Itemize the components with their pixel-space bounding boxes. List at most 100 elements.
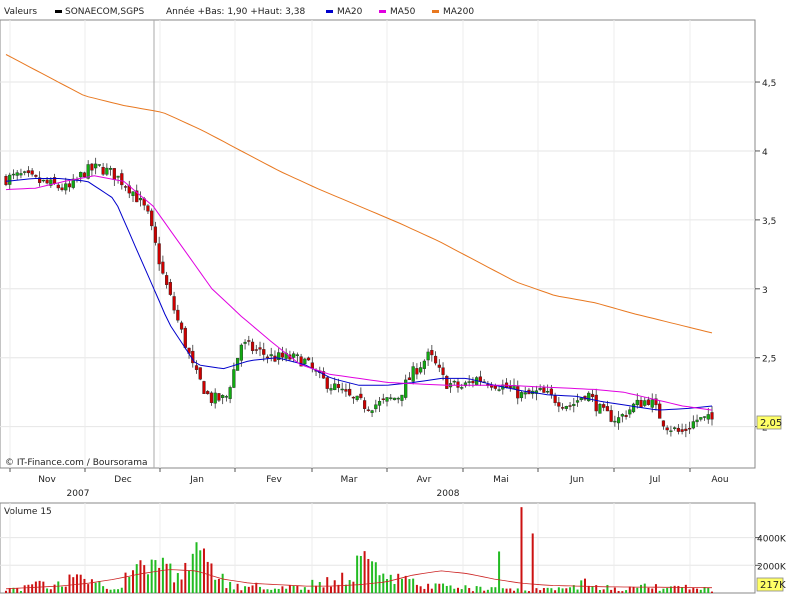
candle-body	[232, 369, 236, 388]
candle-body	[658, 403, 662, 419]
volume-bar	[53, 584, 56, 593]
volume-bar	[666, 587, 669, 593]
volume-bar	[673, 585, 676, 593]
candle-body	[336, 384, 341, 388]
candle-body	[381, 398, 385, 400]
volume-bar	[613, 587, 616, 593]
month-label: Aou	[711, 475, 728, 485]
volume-bar	[315, 585, 318, 593]
volume-bar	[662, 588, 665, 593]
month-axis: Nov Dec Jan Fev Mar Avr Mai Jun Jul Aou 2007 2008	[9, 468, 729, 499]
candle-body	[217, 393, 221, 401]
candle-body	[56, 184, 60, 189]
volume-bar	[542, 588, 545, 593]
volume-bar	[206, 561, 209, 593]
volume-bar	[397, 573, 400, 593]
candle-body	[101, 167, 105, 175]
candle-body	[64, 183, 68, 191]
price-tick-label: 4,5	[762, 79, 776, 89]
volume-bar	[31, 584, 34, 593]
volume-bar	[128, 576, 131, 593]
volume-bar	[292, 585, 295, 593]
volume-bar	[255, 582, 258, 593]
candle-body	[553, 395, 557, 404]
volume-bar	[654, 584, 657, 593]
candle-body	[30, 170, 34, 175]
volume-bar	[632, 586, 635, 593]
volume-bar	[109, 589, 112, 593]
candle-body	[112, 168, 116, 180]
volume-bar	[490, 587, 493, 593]
volume-bar	[692, 587, 695, 593]
candle-body	[631, 403, 636, 413]
volume-bar	[617, 590, 620, 593]
volume-bar	[244, 586, 247, 593]
candle-body	[34, 175, 38, 177]
volume-bar	[554, 590, 557, 593]
month-label: Mar	[341, 475, 358, 485]
volume-bar	[505, 588, 508, 593]
volume-bar	[501, 588, 504, 593]
legend-ma20-swatch	[326, 10, 333, 13]
candle-body	[680, 429, 684, 432]
volume-bar	[176, 573, 179, 593]
volume-tick-label: 2000K	[757, 562, 787, 572]
volume-bar	[348, 580, 351, 593]
ticker-marker-icon	[55, 10, 62, 13]
volume-bar	[684, 584, 687, 593]
candle-body	[258, 347, 262, 350]
volume-bar	[438, 583, 441, 593]
candle-body	[243, 341, 247, 344]
volume-bar	[550, 588, 553, 593]
candle-body	[419, 367, 423, 373]
candle-body	[673, 427, 677, 429]
candle-body	[587, 392, 591, 402]
volume-bar	[180, 579, 183, 593]
volume-bar	[68, 574, 71, 593]
candle-body	[478, 376, 483, 382]
candle-body	[579, 397, 583, 401]
volume-bar	[120, 587, 123, 593]
volume-bar	[333, 580, 336, 593]
candle-body	[172, 296, 176, 311]
price-tick-label: 3	[762, 286, 768, 296]
volume-bar	[598, 590, 601, 593]
candle-body	[202, 381, 206, 394]
volume-bar	[165, 563, 168, 593]
volume-bar	[539, 590, 542, 593]
volume-bar	[188, 570, 191, 593]
volume-bar	[471, 591, 474, 593]
candle-body	[295, 354, 299, 357]
candle-body	[460, 387, 464, 389]
copyright: © IT-Finance.com / Boursorama	[5, 458, 147, 468]
volume-bar	[240, 590, 243, 593]
candle-body	[433, 355, 438, 364]
volume-bar	[427, 583, 430, 593]
volume-bar	[367, 558, 370, 593]
candle-body	[206, 391, 210, 395]
volume-bar	[527, 591, 530, 593]
volume-bar	[229, 581, 232, 593]
candle-body	[385, 397, 389, 402]
volume-bar	[494, 587, 497, 593]
volume-bar	[434, 583, 437, 593]
candle-body	[11, 173, 16, 176]
volume-bar	[371, 561, 374, 593]
candle-body	[45, 179, 49, 184]
volume-bar	[19, 590, 22, 593]
volume-bar	[561, 588, 564, 593]
candle-body	[355, 395, 359, 400]
volume-bar	[412, 578, 415, 593]
candle-body	[396, 397, 400, 400]
volume-bar	[262, 589, 265, 593]
candle-body	[523, 392, 527, 395]
volume-bar	[681, 587, 684, 593]
candle-body	[400, 394, 404, 401]
candle-body	[676, 427, 680, 432]
candle-body	[542, 387, 546, 393]
candle-body	[635, 399, 639, 406]
candle-body	[598, 404, 602, 414]
volume-bar	[569, 587, 572, 593]
candle-body	[602, 404, 606, 408]
volume-bar	[587, 585, 590, 593]
